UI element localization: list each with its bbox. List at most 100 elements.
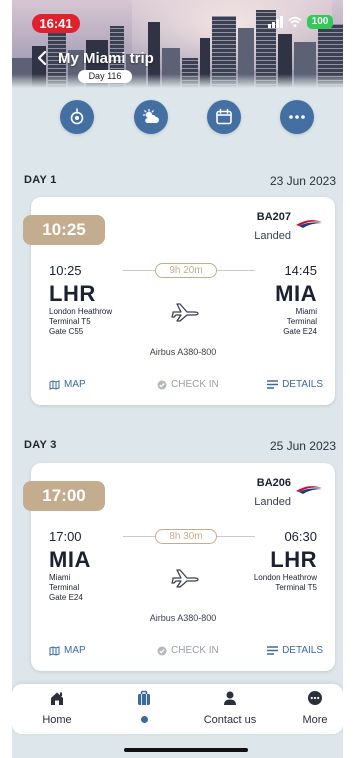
check-circle-icon xyxy=(157,646,167,655)
flight-number: BA206 xyxy=(256,477,291,489)
map-button[interactable]: MAP xyxy=(49,645,86,656)
card-actions: MAP CHECK IN DETAILS xyxy=(31,645,335,659)
flight-time-tag: 10:25 xyxy=(23,215,105,245)
departure-airport-code: MIA xyxy=(49,547,91,572)
calendar-button[interactable] xyxy=(207,100,241,134)
nav-more[interactable]: More xyxy=(300,690,330,730)
back-chevron-icon[interactable] xyxy=(36,50,48,66)
details-label: DETAILS xyxy=(282,645,323,656)
check-in-button[interactable]: CHECK IN xyxy=(157,379,219,390)
nav-trips[interactable] xyxy=(130,690,158,730)
flight-card[interactable]: 10:25 BA207 Landed 10:25 9h 20m 14:45 LH… xyxy=(23,197,335,405)
map-pin-button[interactable] xyxy=(60,100,94,134)
plane-icon xyxy=(171,569,199,588)
flight-number: BA207 xyxy=(256,211,291,223)
duration-line-left xyxy=(123,536,155,537)
arrival-airport-name: Miami xyxy=(295,307,317,316)
flight-duration: 9h 20m xyxy=(155,263,217,278)
duration-line-right xyxy=(217,270,255,271)
departure-terminal: Terminal T5 xyxy=(49,317,91,326)
map-icon xyxy=(49,379,60,390)
nav-contact[interactable]: Contact us xyxy=(200,690,260,730)
day-header-3: DAY 3 25 Jun 2023 xyxy=(24,439,336,457)
arrival-details: London Heathrow Terminal T5 xyxy=(254,573,317,593)
battery-indicator: 100 xyxy=(307,15,333,29)
nav-home-label: Home xyxy=(42,714,72,726)
map-pin-icon xyxy=(70,108,84,125)
map-label: MAP xyxy=(64,379,86,390)
status-time: 16:41 xyxy=(32,14,80,33)
duration-line-left xyxy=(123,270,155,271)
check-in-button[interactable]: CHECK IN xyxy=(157,645,219,656)
cellular-signal-icon xyxy=(268,16,283,28)
status-icons: 100 xyxy=(268,15,333,29)
weather-icon xyxy=(142,108,159,123)
arrival-gate: Gate E24 xyxy=(283,327,317,336)
day-label: DAY 1 xyxy=(24,174,57,186)
departure-time: 17:00 xyxy=(49,529,82,544)
details-button[interactable]: DETAILS xyxy=(267,379,323,390)
map-button[interactable]: MAP xyxy=(49,379,86,390)
suitcase-icon xyxy=(138,690,150,705)
aircraft-type: Airbus A380-800 xyxy=(149,347,217,357)
check-circle-icon xyxy=(157,380,167,389)
departure-terminal: Terminal xyxy=(49,583,80,592)
calendar-icon xyxy=(216,108,232,125)
details-button[interactable]: DETAILS xyxy=(267,645,323,656)
airline-logo-icon xyxy=(296,220,322,228)
check-in-label: CHECK IN xyxy=(171,645,219,656)
arrival-details: Miami Terminal Gate E24 xyxy=(283,307,317,337)
departure-details: London Heathrow Terminal T5 Gate C55 xyxy=(49,307,112,337)
more-options-button[interactable] xyxy=(280,100,314,134)
departure-airport-name: London Heathrow xyxy=(49,307,113,316)
flight-status: Landed xyxy=(254,230,291,242)
app-screen: 16:41 100 My Miami trip Day 116 DAY 1 23… xyxy=(12,0,343,758)
aircraft-type: Airbus A380-800 xyxy=(149,613,217,623)
day-badge: Day 116 xyxy=(78,70,132,83)
trip-title: My Miami trip xyxy=(58,50,154,67)
header-fade xyxy=(12,74,343,88)
nav-contact-label: Contact us xyxy=(203,714,257,726)
flight-time-tag: 17:00 xyxy=(23,481,105,511)
arrival-terminal: Terminal T5 xyxy=(275,583,317,592)
more-dots-icon xyxy=(289,115,305,119)
day-date: 23 Jun 2023 xyxy=(269,174,336,188)
flight-duration: 8h 30m xyxy=(155,529,217,544)
frame-left xyxy=(0,0,12,758)
list-icon xyxy=(267,646,279,655)
list-icon xyxy=(267,380,279,389)
day-date: 25 Jun 2023 xyxy=(269,439,336,453)
wifi-icon xyxy=(288,16,302,28)
flight-status: Landed xyxy=(254,496,291,508)
nav-more-label: More xyxy=(302,714,328,726)
departure-details: Miami Terminal Gate E24 xyxy=(49,573,83,603)
departure-gate: Gate E24 xyxy=(49,593,83,602)
map-icon xyxy=(49,645,60,656)
quick-actions xyxy=(12,100,343,136)
arrival-terminal: Terminal xyxy=(286,317,317,326)
home-indicator xyxy=(124,748,248,752)
home-icon xyxy=(51,692,63,705)
departure-gate: Gate C55 xyxy=(49,327,84,336)
map-label: MAP xyxy=(64,645,86,656)
frame-right xyxy=(343,0,355,758)
trip-header-image: 16:41 100 My Miami trip Day 116 xyxy=(12,0,343,88)
departure-airport-code: LHR xyxy=(49,281,96,306)
plane-icon xyxy=(171,303,199,322)
airline-logo-icon xyxy=(296,486,322,494)
check-in-label: CHECK IN xyxy=(171,379,219,390)
weather-button[interactable] xyxy=(134,100,168,134)
card-actions: MAP CHECK IN DETAILS xyxy=(31,379,335,393)
flight-card[interactable]: 17:00 BA206 Landed 17:00 8h 30m 06:30 MI… xyxy=(23,463,335,671)
arrival-time: 14:45 xyxy=(284,263,317,278)
details-label: DETAILS xyxy=(282,379,323,390)
arrival-airport-code: MIA xyxy=(275,281,317,306)
nav-home[interactable]: Home xyxy=(42,690,72,730)
day-label: DAY 3 xyxy=(24,439,57,451)
arrival-airport-name: London Heathrow xyxy=(253,573,317,582)
arrival-time: 06:30 xyxy=(284,529,317,544)
more-circle-icon xyxy=(308,691,322,705)
active-tab-indicator xyxy=(140,716,148,723)
arrival-airport-code: LHR xyxy=(270,547,317,572)
person-icon xyxy=(224,691,236,705)
